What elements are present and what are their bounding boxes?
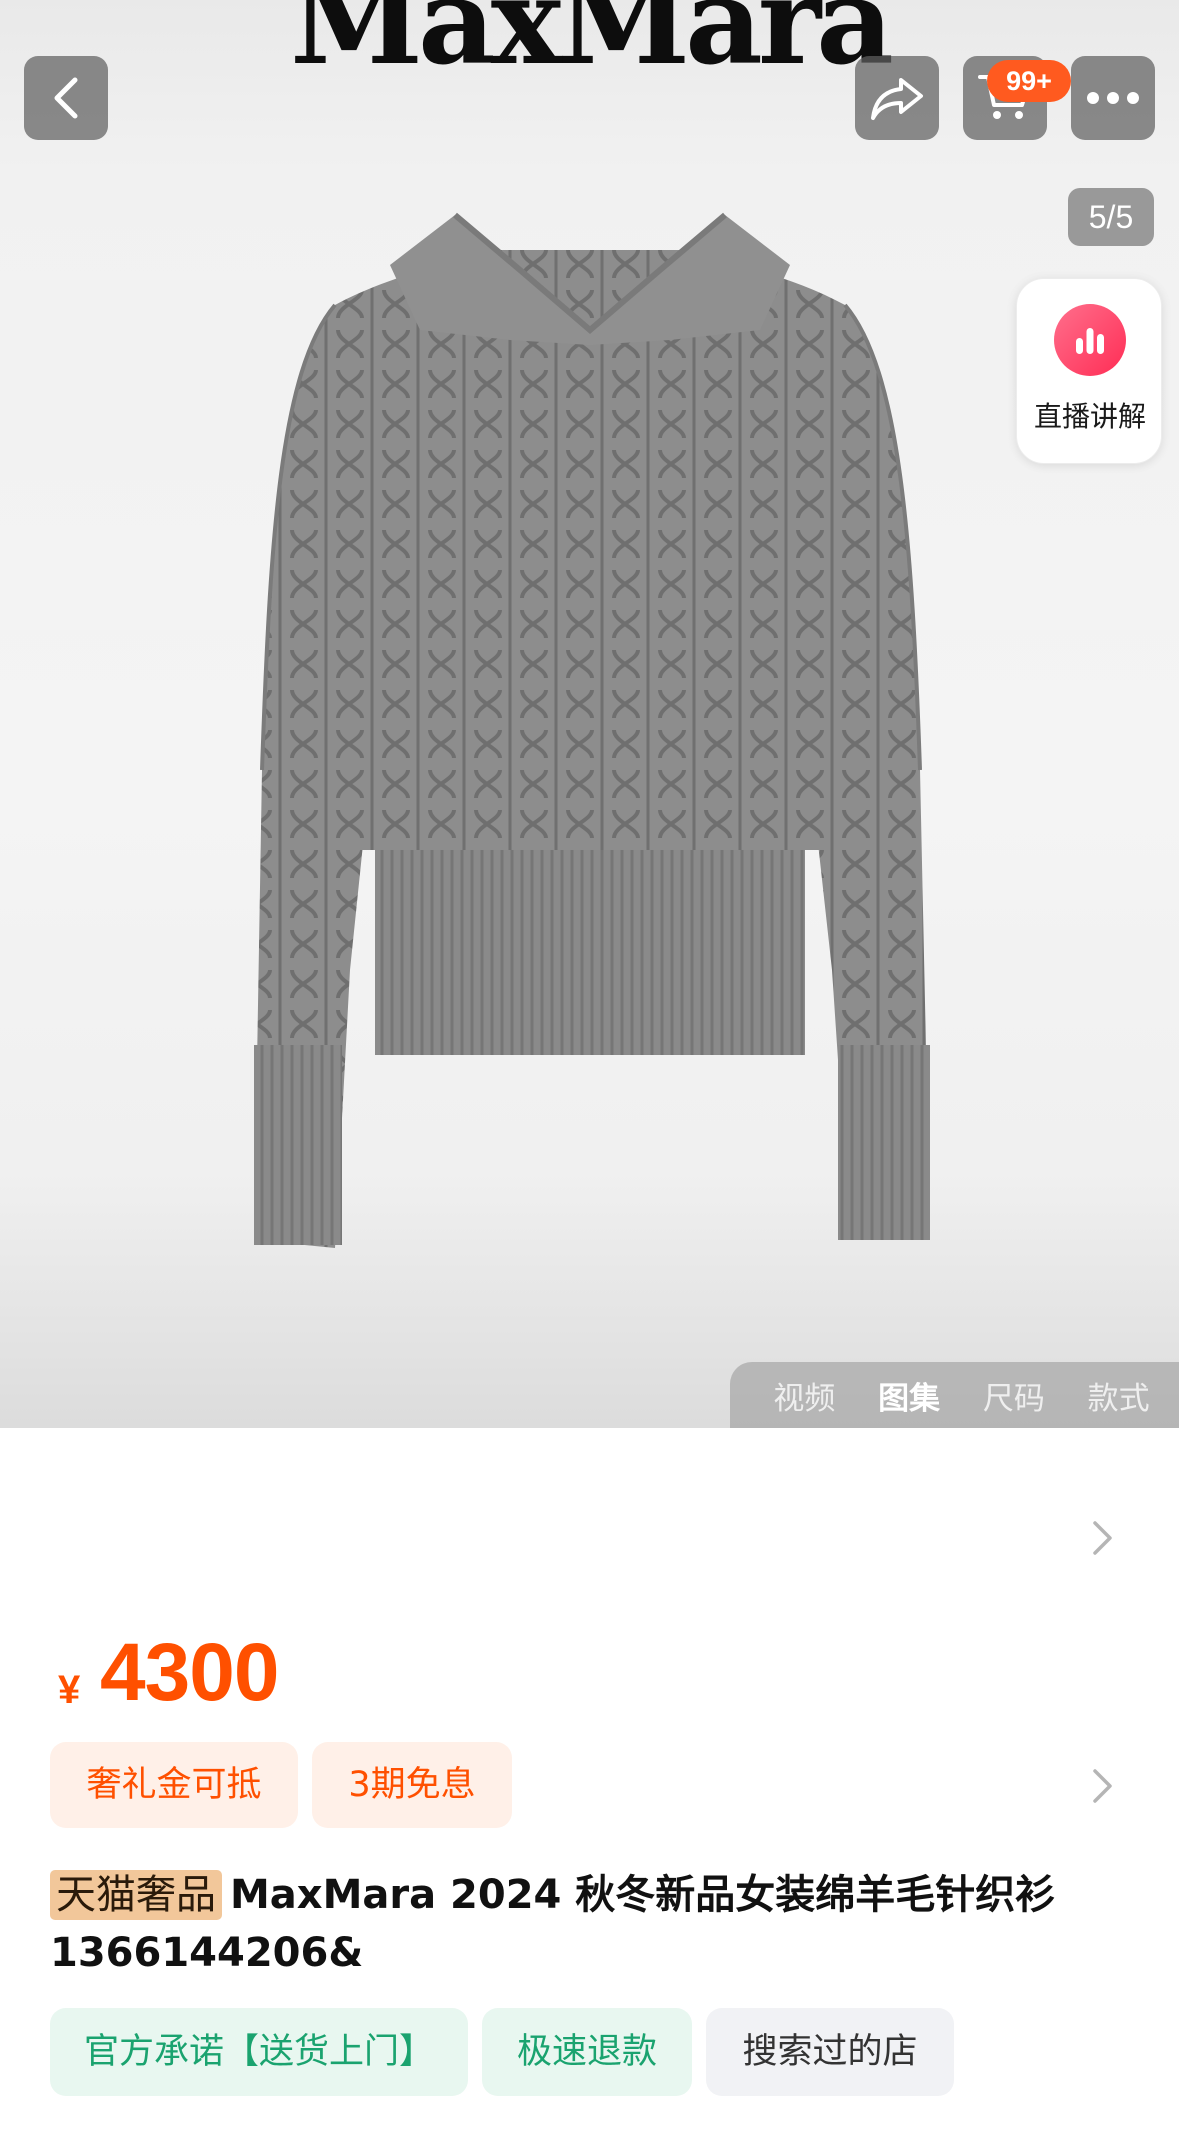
tmall-luxury-tag: 天猫奢品 [50, 1870, 222, 1920]
share-icon [871, 78, 923, 120]
bar-chart-icon [1054, 304, 1126, 376]
back-button[interactable] [24, 56, 108, 140]
tab-gallery[interactable]: 图集 [878, 1373, 940, 1418]
product-image-gallery[interactable]: MaxMara 99+ 5/5 直播讲解 视频 图集 尺码 款式 [0, 0, 1179, 1428]
more-dots-icon [1087, 92, 1139, 104]
price-currency: ¥ [58, 1668, 81, 1712]
product-image [254, 212, 930, 1248]
promo-installment[interactable]: 3期免息 [312, 1742, 512, 1828]
chevron-right-icon[interactable] [1090, 1766, 1116, 1806]
tab-style[interactable]: 款式 [1088, 1373, 1150, 1418]
media-tabs: 视频 图集 尺码 款式 [730, 1362, 1179, 1428]
service-tag-official-delivery[interactable]: 官方承诺【送货上门】 [50, 2008, 468, 2096]
image-page-counter: 5/5 [1068, 188, 1154, 246]
chevron-left-icon [54, 77, 78, 119]
product-title: 天猫奢品 MaxMara 2024 秋冬新品女装绵羊毛针织衫 1366144206… [50, 1866, 1130, 1982]
price-value: 4300 [100, 1627, 279, 1718]
live-explain-label: 直播讲解 [1033, 400, 1146, 433]
live-explain-button[interactable]: 直播讲解 [1016, 278, 1162, 464]
more-button[interactable] [1071, 56, 1155, 140]
service-tag-fast-refund[interactable]: 极速退款 [482, 2008, 692, 2096]
tab-size[interactable]: 尺码 [983, 1373, 1045, 1418]
promo-gift-credit[interactable]: 奢礼金可抵 [50, 1742, 298, 1828]
service-tag-searched-store[interactable]: 搜索过的店 [706, 2008, 954, 2096]
chevron-right-icon[interactable] [1090, 1518, 1116, 1558]
tab-video[interactable]: 视频 [773, 1373, 835, 1418]
cart-count-badge: 99+ [987, 60, 1071, 102]
share-button[interactable] [855, 56, 939, 140]
